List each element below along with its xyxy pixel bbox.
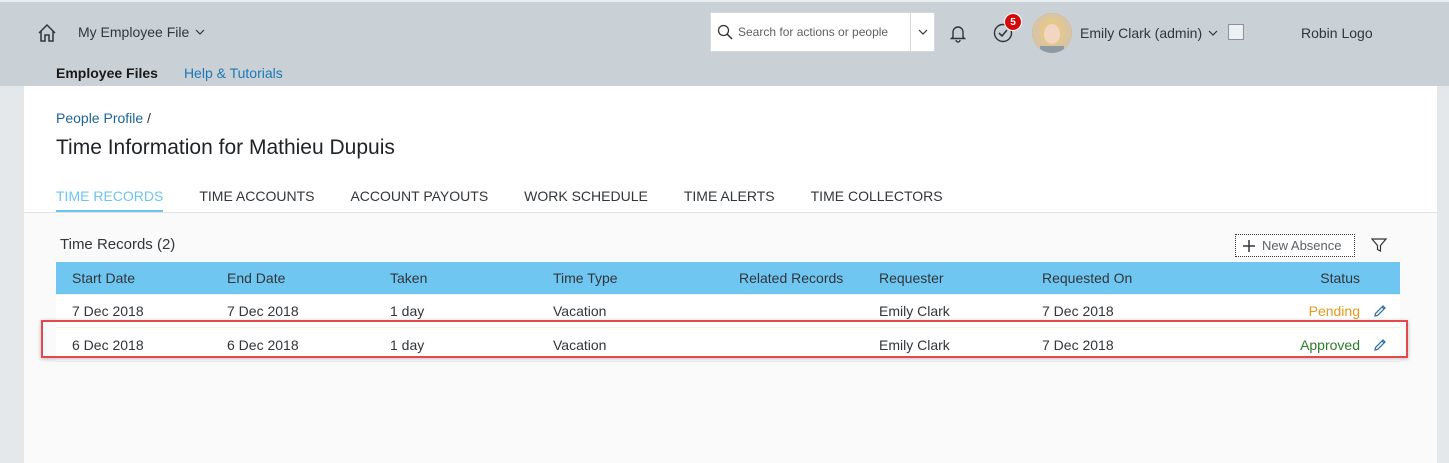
avatar[interactable] <box>1032 13 1072 53</box>
col-requester[interactable]: Requester <box>879 270 944 286</box>
table-row[interactable]: 7 Dec 2018 7 Dec 2018 1 day Vacation Emi… <box>56 295 1400 328</box>
status-approved: Approved <box>1300 336 1360 353</box>
tab-time-records[interactable]: TIME RECORDS <box>56 188 164 212</box>
subnav-employee-files[interactable]: Employee Files <box>56 65 158 81</box>
user-photo <box>1032 13 1072 53</box>
breadcrumb: People Profile / <box>56 110 151 126</box>
col-related-records[interactable]: Related Records <box>739 270 843 286</box>
table-header: Start Date End Date Taken Time Type Rela… <box>56 262 1400 295</box>
col-taken[interactable]: Taken <box>390 270 427 286</box>
edit-pencil-icon[interactable] <box>1372 303 1388 319</box>
col-requested-on[interactable]: Requested On <box>1042 270 1132 286</box>
tab-time-accounts[interactable]: TIME ACCOUNTS <box>199 188 314 212</box>
cell-end-date: 6 Dec 2018 <box>227 336 299 353</box>
section-title: Time Records (2) <box>60 236 176 253</box>
edit-pencil-icon[interactable] <box>1372 337 1388 353</box>
tab-time-alerts[interactable]: TIME ALERTS <box>684 188 775 212</box>
bell-icon[interactable] <box>948 23 968 43</box>
cell-time-type: Vacation <box>553 303 607 319</box>
chevron-down-icon <box>195 29 205 35</box>
cell-end-date: 7 Dec 2018 <box>227 303 299 319</box>
cell-time-type: Vacation <box>553 336 607 353</box>
cell-start-date: 6 Dec 2018 <box>72 336 144 353</box>
user-menu[interactable]: Emily Clark (admin) <box>1080 25 1218 41</box>
new-absence-label: New Absence <box>1262 238 1342 253</box>
new-absence-button[interactable]: New Absence <box>1235 234 1355 257</box>
notification-badge: 5 <box>1004 13 1022 31</box>
app-title-menu[interactable]: My Employee File <box>78 24 205 40</box>
page-title: Time Information for Mathieu Dupuis <box>56 136 395 159</box>
object-header: People Profile / Time Information for Ma… <box>24 86 1437 213</box>
search-box <box>711 13 910 51</box>
cell-requester: Emily Clark <box>879 336 950 353</box>
col-time-type[interactable]: Time Type <box>553 270 618 286</box>
home-icon[interactable] <box>36 22 58 44</box>
app-title: My Employee File <box>78 24 190 40</box>
cell-taken: 1 day <box>390 336 425 353</box>
chevron-down-icon <box>918 29 927 35</box>
shell-bar: My Employee File 5 Emily Clark ( <box>0 0 1449 86</box>
page-content: People Profile / Time Information for Ma… <box>24 86 1437 463</box>
col-status[interactable]: Status <box>1320 270 1360 286</box>
col-end-date[interactable]: End Date <box>227 270 285 286</box>
status-pending: Pending <box>1308 303 1360 319</box>
tab-work-schedule[interactable]: WORK SCHEDULE <box>524 188 648 212</box>
user-name: Emily Clark (admin) <box>1080 25 1203 41</box>
cell-requester: Emily Clark <box>879 303 950 319</box>
tab-account-payouts[interactable]: ACCOUNT PAYOUTS <box>350 188 488 212</box>
tab-time-collectors[interactable]: TIME COLLECTORS <box>811 188 943 212</box>
subnav-help-tutorials[interactable]: Help & Tutorials <box>184 65 283 81</box>
cell-taken: 1 day <box>390 303 425 319</box>
cell-start-date: 7 Dec 2018 <box>72 303 144 319</box>
broken-image-icon <box>1228 24 1244 40</box>
col-start-date[interactable]: Start Date <box>72 270 135 286</box>
time-records-table: Start Date End Date Taken Time Type Rela… <box>56 262 1400 362</box>
search-field <box>710 12 935 52</box>
sub-navigation: Employee Files Help & Tutorials <box>56 65 283 81</box>
filter-icon[interactable] <box>1371 237 1387 253</box>
search-scope-dropdown[interactable] <box>910 13 934 51</box>
search-input[interactable] <box>738 25 908 39</box>
search-icon <box>717 24 733 40</box>
breadcrumb-separator: / <box>143 110 151 126</box>
tab-bar: TIME RECORDS TIME ACCOUNTS ACCOUNT PAYOU… <box>56 188 943 212</box>
cell-requested-on: 7 Dec 2018 <box>1042 303 1114 319</box>
plus-icon <box>1243 239 1255 252</box>
breadcrumb-people-profile[interactable]: People Profile <box>56 110 143 126</box>
table-row[interactable]: 6 Dec 2018 6 Dec 2018 1 day Vacation Emi… <box>56 328 1400 362</box>
company-logo: Robin Logo <box>1301 25 1373 41</box>
chevron-down-icon <box>1208 30 1218 36</box>
cell-requested-on: 7 Dec 2018 <box>1042 336 1114 353</box>
